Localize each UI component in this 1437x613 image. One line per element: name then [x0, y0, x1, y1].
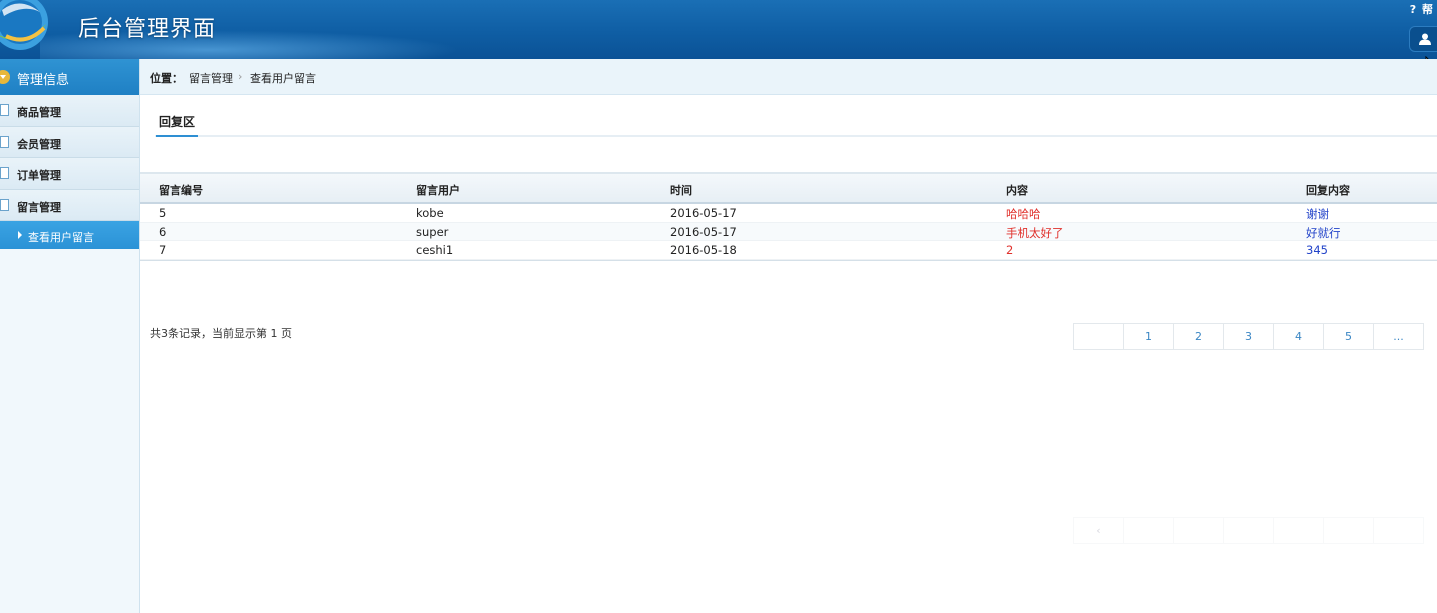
column-header-id: 留言编号 [159, 184, 203, 197]
cell-content: 手机太好了 [1006, 225, 1064, 240]
tab-reply-area[interactable]: 回复区 [156, 113, 198, 137]
sidebar-item-members[interactable]: 会员管理 [0, 126, 139, 158]
ghost-page [1223, 517, 1274, 544]
cell-time: 2016-05-17 [670, 224, 737, 239]
cell-time: 2016-05-18 [670, 243, 737, 257]
top-header: 后台管理界面 ? 帮 [0, 0, 1437, 59]
pagination-ghost: ‹ [1073, 517, 1424, 544]
sidebar-section-title: 管理信息 [17, 73, 70, 88]
page-5[interactable]: 5 [1323, 323, 1374, 350]
cell-user: super [416, 224, 449, 239]
sidebar-subitem-label: 查看用户留言 [28, 231, 94, 244]
document-icon [0, 135, 9, 148]
cell-reply: 345 [1306, 243, 1328, 257]
page-4[interactable]: 4 [1273, 323, 1324, 350]
cell-content: 哈哈哈 [1006, 207, 1041, 221]
caret-right-icon [18, 231, 22, 239]
page-prev[interactable] [1073, 323, 1124, 350]
pagination: 1 2 3 4 5 ... [1073, 323, 1424, 350]
column-header-user: 留言用户 [416, 184, 460, 197]
breadcrumb-level1[interactable]: 留言管理 [189, 70, 233, 86]
help-icon: ? [1409, 3, 1417, 16]
sidebar-item-messages[interactable]: 留言管理 [0, 189, 139, 221]
page-2[interactable]: 2 [1173, 323, 1224, 350]
sidebar-item-products[interactable]: 商品管理 [0, 95, 139, 127]
column-header-reply: 回复内容 [1306, 184, 1350, 197]
sidebar-subitem-view-messages[interactable]: 查看用户留言 [0, 221, 139, 249]
table-row[interactable]: 6 super 2016-05-17 手机太好了 好就行 [140, 222, 1437, 241]
cell-id: 6 [159, 224, 167, 239]
chevron-down-icon [0, 70, 10, 84]
sidebar-item-label: 订单管理 [17, 169, 61, 182]
table-row[interactable]: 5 kobe 2016-05-17 哈哈哈 谢谢 [140, 204, 1437, 223]
app-logo-icon [0, 0, 48, 50]
ghost-page-prev: ‹ [1073, 517, 1124, 544]
messages-table: 留言编号 留言用户 时间 内容 回复内容 5 kobe 2016-05-17 哈… [140, 172, 1437, 261]
column-header-time: 时间 [670, 184, 692, 197]
cell-id: 5 [159, 206, 167, 220]
app-title: 后台管理界面 [78, 17, 217, 42]
ghost-page [1373, 517, 1424, 544]
page-ellipsis[interactable]: ... [1373, 323, 1424, 350]
cell-reply: 谢谢 [1306, 207, 1329, 221]
table-header: 留言编号 留言用户 时间 内容 回复内容 [140, 172, 1437, 204]
cell-id: 7 [159, 243, 167, 257]
tab-bar-line [155, 135, 1437, 137]
sidebar-item-orders[interactable]: 订单管理 [0, 158, 139, 190]
sidebar-item-label: 会员管理 [17, 137, 61, 151]
cell-content: 2 [1006, 243, 1014, 257]
ghost-page [1123, 517, 1174, 544]
ghost-page [1273, 517, 1324, 544]
page-1[interactable]: 1 [1123, 323, 1174, 350]
document-icon [0, 167, 9, 179]
user-icon [1419, 33, 1431, 45]
sidebar-item-label: 商品管理 [17, 106, 61, 119]
table-bottom-border [140, 259, 1437, 261]
breadcrumb: 位置： 留言管理 › 查看用户留言 [140, 59, 1437, 95]
table-body: 5 kobe 2016-05-17 哈哈哈 谢谢 6 super 2016-05… [140, 204, 1437, 260]
sidebar-section-header[interactable]: 管理信息 [0, 59, 139, 95]
sidebar-item-label: 留言管理 [17, 200, 61, 214]
cell-user: ceshi1 [416, 243, 454, 257]
breadcrumb-prefix: 位置： [150, 72, 183, 85]
document-icon [0, 198, 9, 211]
cell-reply: 好就行 [1306, 225, 1341, 240]
document-icon [0, 104, 9, 116]
help-link[interactable]: ? 帮 [1407, 1, 1433, 17]
table-row[interactable]: 7 ceshi1 2016-05-18 2 345 [140, 241, 1437, 260]
ghost-page [1173, 517, 1224, 544]
cell-user: kobe [416, 206, 444, 220]
breadcrumb-separator: › [238, 70, 243, 83]
record-summary: 共3条记录，当前显示第 1 页 [150, 327, 292, 340]
page-3[interactable]: 3 [1223, 323, 1274, 350]
ghost-page [1323, 517, 1374, 544]
user-menu-button[interactable] [1409, 26, 1437, 52]
help-label: 帮 [1422, 3, 1433, 16]
cell-time: 2016-05-17 [670, 206, 737, 220]
breadcrumb-level2: 查看用户留言 [250, 72, 316, 85]
sidebar: 管理信息 商品管理 会员管理 订单管理 留言管理 查看用户留言 [0, 59, 140, 613]
column-header-content: 内容 [1006, 184, 1028, 197]
